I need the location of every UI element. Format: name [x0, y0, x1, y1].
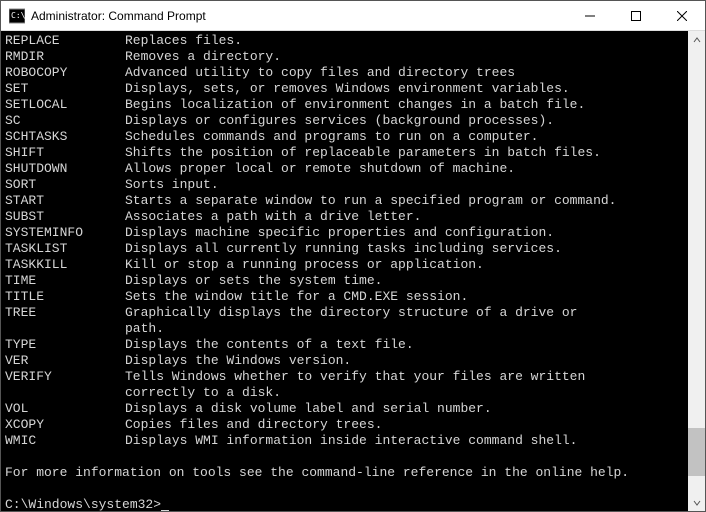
command-name: TASKKILL — [5, 257, 125, 273]
command-description: Displays or configures services (backgro… — [125, 113, 684, 129]
command-name: TIME — [5, 273, 125, 289]
terminal-area: REPLACEReplaces files.RMDIRRemoves a dir… — [1, 31, 705, 511]
command-description: Displays a disk volume label and serial … — [125, 401, 684, 417]
command-row: SCDisplays or configures services (backg… — [5, 113, 684, 129]
scroll-down-button[interactable] — [688, 494, 705, 511]
command-row: TIMEDisplays or sets the system time. — [5, 273, 684, 289]
command-name: SET — [5, 81, 125, 97]
command-description: Advanced utility to copy files and direc… — [125, 65, 684, 81]
command-row: SCHTASKSSchedules commands and programs … — [5, 129, 684, 145]
command-row: XCOPYCopies files and directory trees. — [5, 417, 684, 433]
command-name: SHIFT — [5, 145, 125, 161]
cmd-icon: C:\ — [9, 8, 25, 24]
command-row: TYPEDisplays the contents of a text file… — [5, 337, 684, 353]
command-description: Shifts the position of replaceable param… — [125, 145, 684, 161]
command-description: Displays, sets, or removes Windows envir… — [125, 81, 684, 97]
scroll-track[interactable] — [688, 48, 705, 494]
command-description: Tells Windows whether to verify that you… — [125, 369, 684, 385]
command-description: Starts a separate window to run a specif… — [125, 193, 684, 209]
command-name: SETLOCAL — [5, 97, 125, 113]
command-description: Displays the Windows version. — [125, 353, 684, 369]
minimize-button[interactable] — [567, 1, 613, 31]
command-name: XCOPY — [5, 417, 125, 433]
command-name: START — [5, 193, 125, 209]
close-button[interactable] — [659, 1, 705, 31]
cursor — [161, 498, 169, 511]
command-name: TYPE — [5, 337, 125, 353]
window-title: Administrator: Command Prompt — [31, 9, 206, 23]
command-description: Displays machine specific properties and… — [125, 225, 684, 241]
command-name: SYSTEMINFO — [5, 225, 125, 241]
command-description: Displays the contents of a text file. — [125, 337, 684, 353]
command-name: WMIC — [5, 433, 125, 449]
command-description: Graphically displays the directory struc… — [125, 305, 684, 321]
command-row: ROBOCOPYAdvanced utility to copy files a… — [5, 65, 684, 81]
command-row: SHUTDOWNAllows proper local or remote sh… — [5, 161, 684, 177]
command-name: TASKLIST — [5, 241, 125, 257]
command-row: VERDisplays the Windows version. — [5, 353, 684, 369]
command-description: Schedules commands and programs to run o… — [125, 129, 684, 145]
command-name: SHUTDOWN — [5, 161, 125, 177]
scrollbar[interactable] — [688, 31, 705, 511]
command-row: RMDIRRemoves a directory. — [5, 49, 684, 65]
command-row: TASKLISTDisplays all currently running t… — [5, 241, 684, 257]
help-footer: For more information on tools see the co… — [5, 465, 684, 481]
command-description: Associates a path with a drive letter. — [125, 209, 684, 225]
command-row: WMICDisplays WMI information inside inte… — [5, 433, 684, 449]
command-row: SHIFTShifts the position of replaceable … — [5, 145, 684, 161]
command-name: SUBST — [5, 209, 125, 225]
titlebar[interactable]: C:\ Administrator: Command Prompt — [1, 1, 705, 31]
command-description: Displays or sets the system time. — [125, 273, 684, 289]
command-name: TITLE — [5, 289, 125, 305]
command-description: Displays WMI information inside interact… — [125, 433, 684, 449]
prompt-line[interactable]: C:\Windows\system32> — [5, 497, 684, 511]
command-description: Replaces files. — [125, 33, 684, 49]
command-description: Displays all currently running tasks inc… — [125, 241, 684, 257]
command-row: SYSTEMINFODisplays machine specific prop… — [5, 225, 684, 241]
command-row: TITLESets the window title for a CMD.EXE… — [5, 289, 684, 305]
command-name: VOL — [5, 401, 125, 417]
command-name: SC — [5, 113, 125, 129]
command-row: REPLACEReplaces files. — [5, 33, 684, 49]
svg-text:C:\: C:\ — [11, 11, 25, 20]
prompt-text: C:\Windows\system32> — [5, 497, 161, 511]
command-name: VER — [5, 353, 125, 369]
command-description: Kill or stop a running process or applic… — [125, 257, 684, 273]
blank-line — [5, 481, 684, 497]
command-description: Sorts input. — [125, 177, 684, 193]
command-name: TREE — [5, 305, 125, 321]
command-name: RMDIR — [5, 49, 125, 65]
command-description: Allows proper local or remote shutdown o… — [125, 161, 684, 177]
maximize-button[interactable] — [613, 1, 659, 31]
command-description-continuation: correctly to a disk. — [5, 385, 684, 401]
command-description: Sets the window title for a CMD.EXE sess… — [125, 289, 684, 305]
command-name: VERIFY — [5, 369, 125, 385]
command-name: ROBOCOPY — [5, 65, 125, 81]
command-row: SETDisplays, sets, or removes Windows en… — [5, 81, 684, 97]
command-row: SORTSorts input. — [5, 177, 684, 193]
blank-line — [5, 449, 684, 465]
command-row: SUBSTAssociates a path with a drive lett… — [5, 209, 684, 225]
command-description: Begins localization of environment chang… — [125, 97, 684, 113]
command-row: VOLDisplays a disk volume label and seri… — [5, 401, 684, 417]
command-description-continuation: path. — [5, 321, 684, 337]
command-name: REPLACE — [5, 33, 125, 49]
command-row: SETLOCALBegins localization of environme… — [5, 97, 684, 113]
command-name: SORT — [5, 177, 125, 193]
command-row: STARTStarts a separate window to run a s… — [5, 193, 684, 209]
terminal-content[interactable]: REPLACEReplaces files.RMDIRRemoves a dir… — [1, 31, 688, 511]
command-row: TASKKILLKill or stop a running process o… — [5, 257, 684, 273]
command-row: TREEGraphically displays the directory s… — [5, 305, 684, 321]
command-description: Copies files and directory trees. — [125, 417, 684, 433]
command-description: Removes a directory. — [125, 49, 684, 65]
scroll-up-button[interactable] — [688, 31, 705, 48]
command-row: VERIFYTells Windows whether to verify th… — [5, 369, 684, 385]
scroll-thumb[interactable] — [688, 428, 705, 476]
command-name: SCHTASKS — [5, 129, 125, 145]
